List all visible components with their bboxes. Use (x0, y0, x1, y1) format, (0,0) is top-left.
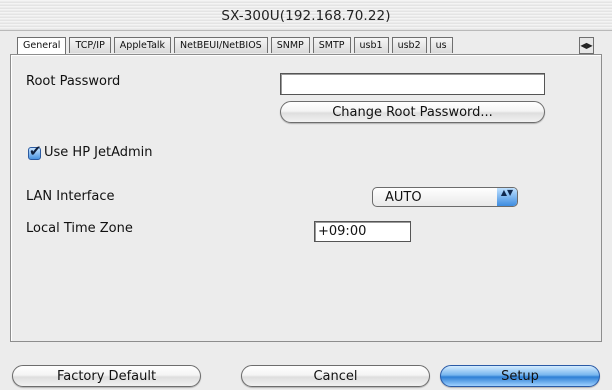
tab-snmp[interactable]: SNMP (270, 37, 310, 53)
tab-usb1[interactable]: usb1 (353, 37, 389, 53)
setup-button[interactable]: Setup (440, 365, 600, 387)
chevron-right-icon[interactable]: ▶ (587, 41, 593, 50)
lan-interface-value: AUTO (385, 190, 422, 205)
tab-usb2[interactable]: usb2 (391, 37, 427, 53)
lan-interface-label: LAN Interface (26, 189, 115, 204)
local-time-zone-field[interactable]: +09:00 (314, 221, 411, 242)
tab-appletalk[interactable]: AppleTalk (113, 37, 172, 53)
tab-general[interactable]: General (17, 37, 67, 54)
general-panel: Root Password Change Root Password... ✔ … (10, 54, 602, 342)
title-bar: SX-300U(192.168.70.22) (0, 0, 612, 31)
local-time-zone-label: Local Time Zone (26, 221, 133, 236)
tab-tcpip[interactable]: TCP/IP (69, 37, 111, 53)
tab-bar: General TCP/IP AppleTalk NetBEUI/NetBIOS… (17, 37, 591, 54)
root-password-label: Root Password (26, 74, 121, 89)
root-password-field[interactable] (280, 73, 545, 95)
factory-default-button[interactable]: Factory Default (12, 365, 201, 387)
lan-interface-select[interactable]: AUTO ▲▼ (372, 187, 518, 207)
change-root-password-button[interactable]: Change Root Password... (280, 101, 545, 123)
cancel-button[interactable]: Cancel (241, 365, 430, 387)
tab-scroll-control[interactable]: ◀▶ (579, 37, 594, 54)
tab-netbeui-netbios[interactable]: NetBEUI/NetBIOS (174, 37, 268, 53)
updown-arrows-icon: ▲▼ (497, 188, 517, 206)
use-jetadmin-label: Use HP JetAdmin (44, 145, 153, 160)
checkmark-icon: ✔ (29, 142, 42, 160)
window-title: SX-300U(192.168.70.22) (221, 8, 391, 24)
tab-smtp[interactable]: SMTP (312, 37, 351, 53)
use-jetadmin-checkbox[interactable]: ✔ (28, 143, 42, 160)
tab-usb-partial[interactable]: us (429, 37, 453, 53)
